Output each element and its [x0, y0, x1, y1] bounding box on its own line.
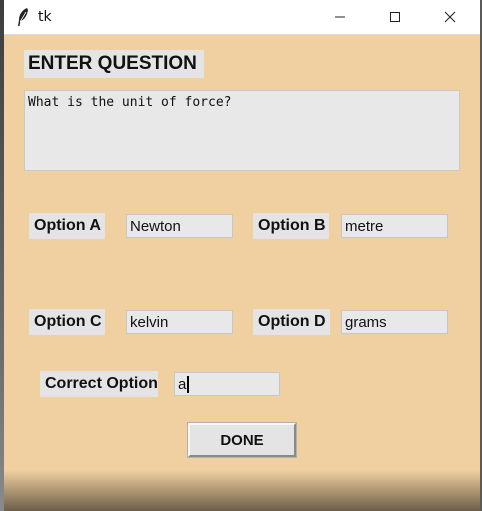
close-button[interactable] — [427, 0, 473, 34]
option-a-field[interactable]: Newton — [126, 214, 233, 238]
option-c-label: Option C — [29, 309, 105, 335]
correct-option-label: Correct Option — [40, 371, 158, 397]
option-c-field[interactable]: kelvin — [126, 310, 233, 334]
maximize-button[interactable] — [372, 0, 418, 34]
correct-option-field[interactable]: a — [174, 372, 280, 396]
option-a-label: Option A — [29, 213, 105, 239]
option-d-field[interactable]: grams — [341, 310, 448, 334]
title-bar[interactable]: tk — [4, 0, 480, 35]
option-b-field[interactable]: metre — [341, 214, 448, 238]
option-b-label: Option B — [253, 213, 329, 239]
app-window: tk ENTER QUESTION What is the unit of fo… — [4, 0, 480, 511]
option-d-label: Option D — [253, 309, 330, 335]
enter-question-heading: ENTER QUESTION — [24, 50, 204, 78]
maximize-icon — [390, 12, 400, 22]
done-button[interactable]: DONE — [187, 422, 297, 458]
minimize-button[interactable] — [317, 0, 363, 34]
window-bottom-shadow — [4, 470, 480, 511]
minimize-icon — [335, 16, 345, 18]
close-icon — [444, 11, 456, 23]
feather-icon — [18, 8, 28, 26]
text-cursor — [187, 375, 190, 393]
question-text-area[interactable]: What is the unit of force? — [24, 90, 460, 171]
correct-option-value: a — [178, 375, 187, 393]
window-title: tk — [38, 9, 52, 25]
